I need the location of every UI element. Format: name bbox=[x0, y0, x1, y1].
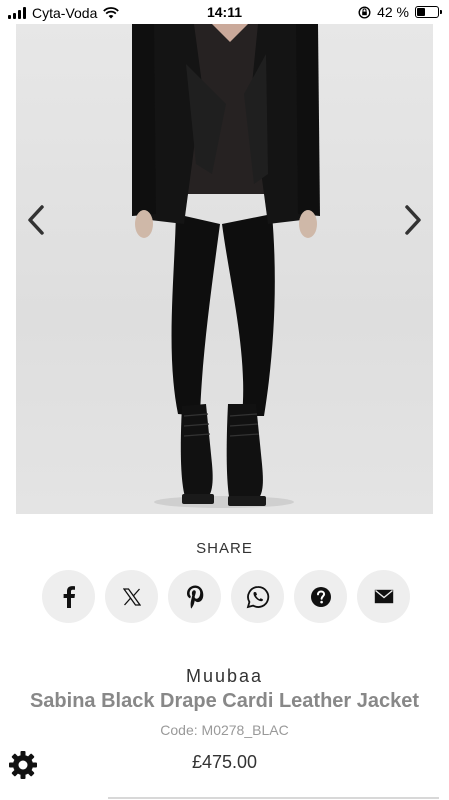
share-help-button[interactable] bbox=[294, 570, 347, 623]
facebook-icon bbox=[63, 585, 75, 608]
pinterest-icon bbox=[186, 585, 203, 608]
settings-button[interactable] bbox=[6, 748, 40, 782]
question-icon bbox=[310, 586, 331, 607]
battery-level bbox=[417, 8, 426, 16]
status-right: 42 % bbox=[358, 4, 442, 20]
orientation-lock-icon bbox=[358, 5, 371, 19]
gallery-next-button[interactable] bbox=[393, 200, 433, 240]
product-brand[interactable]: Muubaa bbox=[0, 666, 449, 687]
bottom-divider bbox=[108, 797, 439, 799]
product-image[interactable] bbox=[16, 24, 433, 514]
share-facebook-button[interactable] bbox=[42, 570, 95, 623]
share-title: SHARE bbox=[196, 540, 253, 557]
model-photo bbox=[132, 24, 320, 508]
x-twitter-icon bbox=[122, 587, 141, 606]
product-title: Sabina Black Drape Cardi Leather Jacket bbox=[29, 690, 420, 712]
chevron-right-icon bbox=[405, 205, 421, 235]
share-whatsapp-button[interactable] bbox=[231, 570, 284, 623]
gallery-prev-button[interactable] bbox=[16, 200, 56, 240]
status-bar: Cyta-Voda 14:11 42 % bbox=[0, 0, 449, 26]
email-icon bbox=[374, 589, 393, 604]
product-code: Code: M0278_BLAC bbox=[160, 722, 289, 738]
share-pinterest-button[interactable] bbox=[168, 570, 221, 623]
product-price: £475.00 bbox=[191, 752, 258, 772]
gear-icon bbox=[9, 751, 37, 779]
share-buttons bbox=[42, 570, 410, 623]
whatsapp-icon bbox=[246, 585, 269, 608]
share-email-button[interactable] bbox=[357, 570, 410, 623]
battery-icon bbox=[415, 6, 442, 18]
chevron-left-icon bbox=[28, 205, 44, 235]
share-x-button[interactable] bbox=[105, 570, 158, 623]
battery-percent: 42 % bbox=[377, 4, 409, 20]
